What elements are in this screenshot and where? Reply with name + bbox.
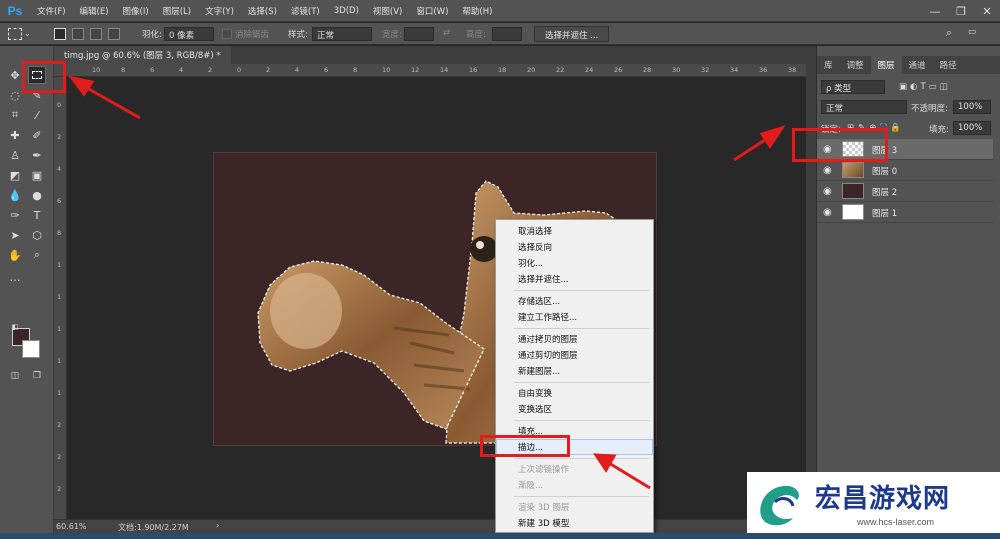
- arrow-head-tool: [68, 75, 95, 97]
- annotation-arrows: [68, 75, 786, 490]
- watermark-logo-icon: [760, 485, 799, 526]
- watermark-url: www.hcs-laser.com: [857, 517, 935, 527]
- arrow-head-stroke: [593, 453, 617, 473]
- watermark-banner: 宏昌游戏网 www.hcs-laser.com: [747, 472, 1000, 536]
- watermark-title: 宏昌游戏网: [815, 484, 951, 514]
- arrow-head-layer: [759, 125, 786, 149]
- windows-taskbar: [0, 533, 1000, 539]
